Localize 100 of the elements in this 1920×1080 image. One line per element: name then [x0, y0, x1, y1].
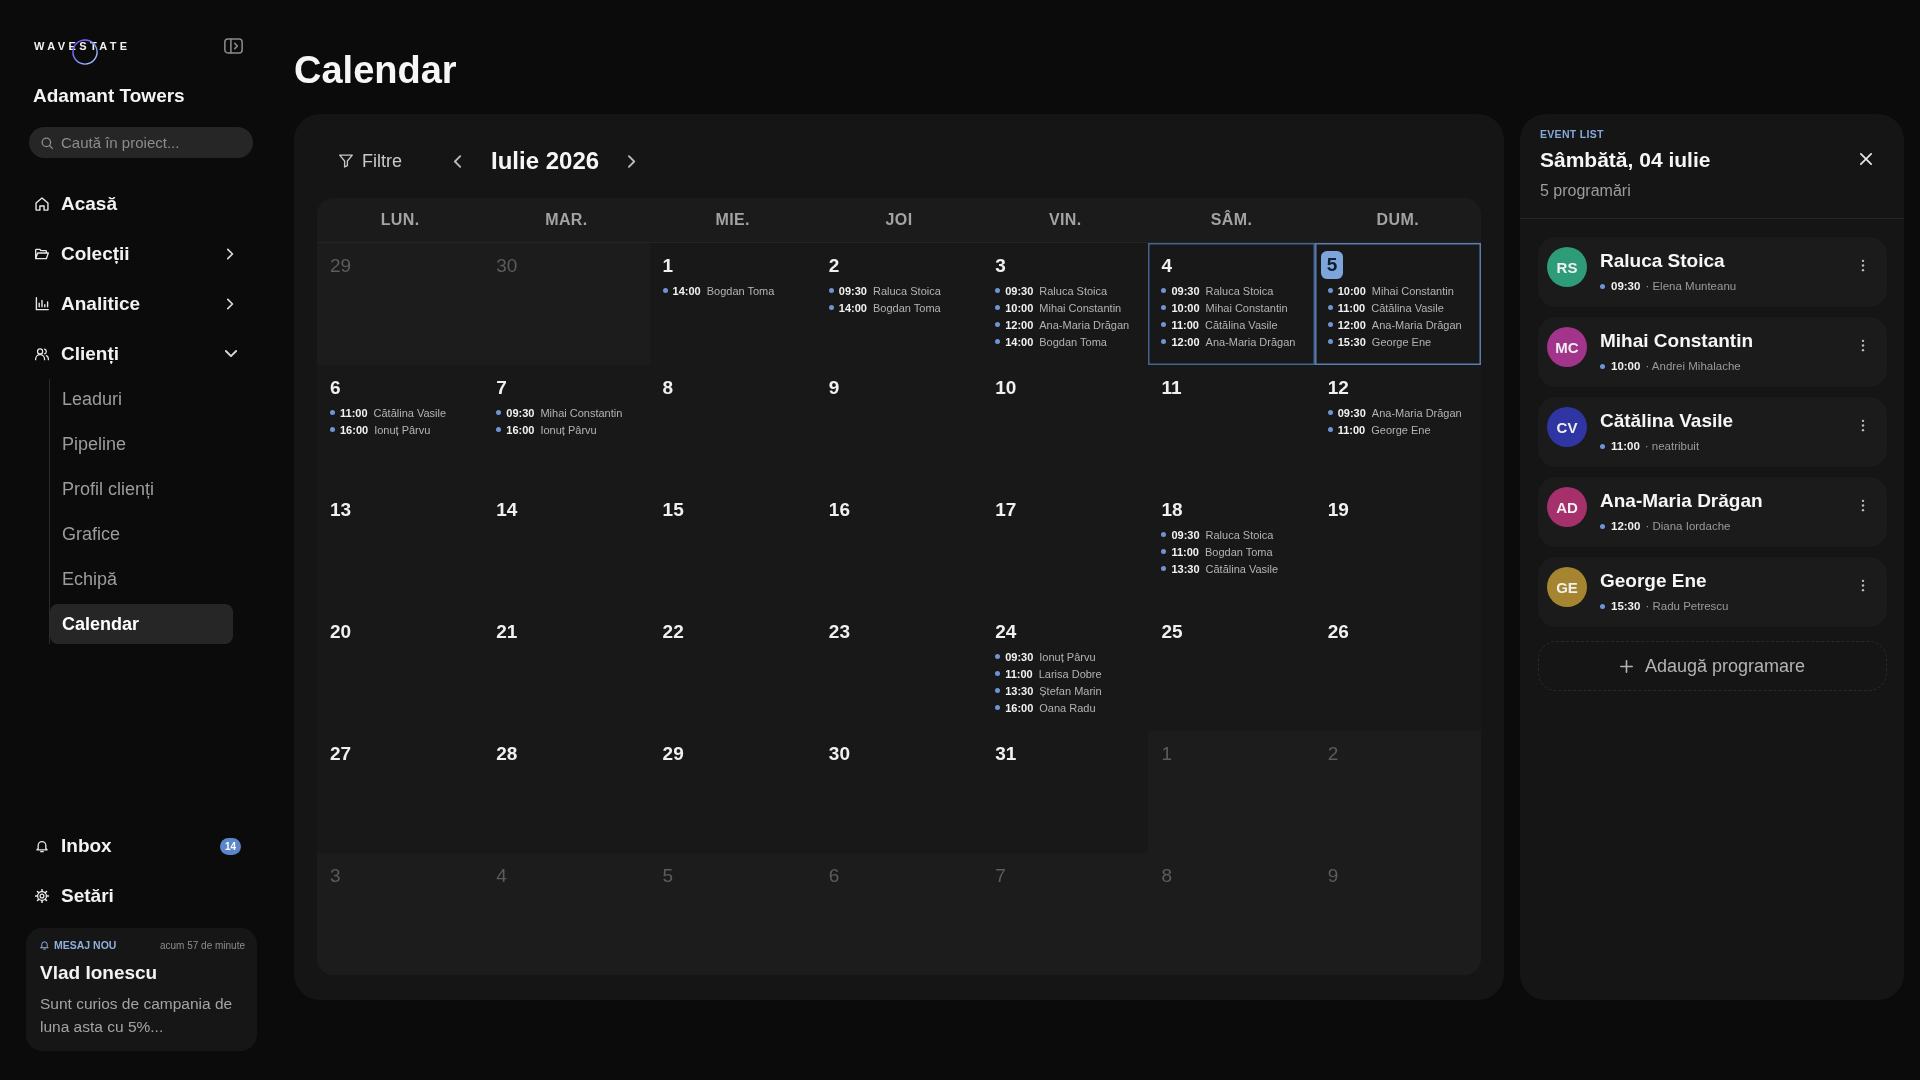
event-client: Cătălina Vasile	[1205, 562, 1279, 575]
day-number: 7	[496, 376, 507, 400]
event-client: George Ene	[1371, 335, 1432, 348]
event-client: Bogdan Toma	[706, 284, 775, 297]
add-appointment-button[interactable]: Adaugă programare	[1538, 641, 1887, 691]
event-time: 13:30	[1171, 562, 1200, 575]
day-number: 9	[828, 376, 840, 400]
sub-nav-item[interactable]: Profil clienți	[50, 469, 233, 509]
sub-nav-item[interactable]: Calendar	[50, 604, 233, 644]
bar-chart-icon	[35, 297, 49, 311]
client-avatar: CV	[1547, 407, 1587, 447]
day-number: 4	[496, 864, 507, 888]
day-number: 30	[496, 254, 518, 278]
event-dot-icon	[1600, 523, 1605, 529]
kebab-menu-icon[interactable]	[1861, 339, 1865, 352]
sidebar-toggle-icon[interactable]	[224, 38, 243, 54]
nav-item[interactable]: Analitice	[26, 279, 253, 329]
sub-nav-item[interactable]: Echipă	[50, 559, 233, 599]
bell-icon	[35, 839, 49, 853]
appointment-card[interactable]: MC Mihai Constantin 10:00 · Andrei Mihalache	[1538, 317, 1887, 387]
event-dot-icon	[995, 322, 1001, 327]
kebab-menu-icon[interactable]	[1861, 579, 1865, 592]
sender-name: Vlad Ionescu	[40, 961, 159, 985]
notification-tag: MESAJ NOU	[54, 939, 117, 951]
filter-button[interactable]: Filtre	[339, 144, 402, 178]
chevron-right-icon[interactable]	[227, 298, 234, 310]
folder-icon	[35, 247, 49, 261]
event-client: Ana-Maria Drăgan	[1371, 318, 1462, 331]
panel-label: EVENT LIST	[1540, 128, 1605, 141]
chevron-left-icon[interactable]	[454, 155, 462, 168]
event-client: Ana-Maria Drăgan	[1371, 406, 1462, 419]
event-client: Larisa Dobre	[1038, 667, 1102, 680]
day-cell[interactable]: 4 09:30 Raluca Stoica 10:00 Mihai Constantin 11:00 Cătălina Vasile 12:00 Ana-Maria Drăgan	[1148, 243, 1315, 365]
close-icon[interactable]	[1860, 153, 1872, 165]
event-time: 11:00	[1171, 545, 1199, 558]
day-number: 3	[330, 864, 341, 888]
event-dot-icon	[828, 305, 834, 310]
appointment-card[interactable]: GE George Ene 15:30 · Radu Petrescu	[1538, 557, 1887, 627]
day-cell[interactable]: 5 10:00 Mihai Constantin 11:00 Cătălina Vasile 12:00 Ana-Maria Drăgan 15:30 George Ene	[1314, 243, 1481, 365]
bell-icon	[40, 940, 49, 950]
event-client: Bogdan Toma	[1039, 335, 1107, 348]
chevron-right-icon[interactable]	[628, 155, 637, 168]
event-dot-icon	[662, 288, 668, 293]
client-name: Raluca Stoica	[1600, 249, 1726, 273]
day-number: 1	[1161, 742, 1172, 766]
event-client: Cătălina Vasile	[1371, 301, 1444, 314]
appointment-time: 12:00	[1611, 520, 1641, 532]
event-dot-icon	[1327, 305, 1333, 310]
client-avatar: AD	[1547, 487, 1587, 527]
day-number: 22	[662, 620, 684, 644]
client-avatar: RS	[1547, 247, 1587, 287]
nav-item[interactable]: Setări	[26, 871, 253, 921]
nav-item[interactable]: Colecții	[26, 229, 253, 279]
event-client: Raluca Stoica	[873, 284, 941, 297]
chevron-down-icon[interactable]	[225, 350, 237, 358]
day-number: 17	[995, 498, 1017, 522]
notification-card[interactable]: MESAJ NOU acum 57 de minute Vlad Ionescu Sunt curios de campania de luna asta cu 5%...	[26, 928, 257, 1051]
event-dot-icon	[995, 339, 1001, 344]
kebab-menu-icon[interactable]	[1861, 419, 1865, 432]
day-number: 13	[330, 498, 352, 522]
sub-nav-item[interactable]: Grafice	[50, 514, 233, 554]
day-number: 14	[496, 498, 518, 522]
appointment-count: 5 programări	[1540, 181, 1632, 201]
search-field[interactable]: Caută în proiect...	[29, 127, 253, 158]
event-dot-icon	[995, 671, 1001, 676]
month-label: Iulie 2026	[491, 146, 600, 176]
day-number: 16	[828, 498, 850, 522]
appointment-time: 09:30	[1611, 280, 1641, 292]
event-time: 09:30	[1171, 284, 1200, 297]
event-dot-icon	[1161, 532, 1167, 537]
day-number: 4	[1161, 254, 1172, 278]
event-client: Bogdan Toma	[873, 301, 941, 314]
event-time: 12:00	[1171, 335, 1200, 348]
event-time: 16:00	[340, 423, 369, 436]
kebab-menu-icon[interactable]	[1861, 499, 1865, 512]
day-number: 8	[1161, 864, 1172, 888]
appointment-card[interactable]: AD Ana-Maria Drăgan 12:00 · Diana Iordache	[1538, 477, 1887, 547]
appointment-time: 15:30	[1611, 600, 1641, 612]
day-number: 24	[995, 620, 1017, 644]
appointment-card[interactable]: RS Raluca Stoica 09:30 · Elena Munteanu	[1538, 237, 1887, 307]
day-number: 29	[330, 254, 352, 278]
day-number: 20	[330, 620, 352, 644]
day-number: 5	[1320, 251, 1344, 279]
chevron-right-icon[interactable]	[227, 248, 234, 260]
nav-item[interactable]: Clienți	[26, 329, 253, 379]
sub-nav-item[interactable]: Pipeline	[50, 424, 233, 464]
assignee-name: · Andrei Mihalache	[1645, 360, 1741, 372]
kebab-menu-icon[interactable]	[1861, 259, 1865, 272]
event-time: 11:00	[1337, 423, 1366, 436]
day-number: 29	[662, 742, 684, 766]
event-time: 09:30	[1171, 528, 1200, 541]
event-dot-icon	[1600, 363, 1605, 369]
nav-item[interactable]: Inbox 14	[26, 821, 253, 871]
appointment-card[interactable]: CV Cătălina Vasile 11:00 · neatribuit	[1538, 397, 1887, 467]
nav-item[interactable]: Acasă	[26, 179, 253, 229]
sub-nav-item[interactable]: Leaduri	[50, 379, 233, 419]
event-time: 16:00	[1005, 701, 1034, 714]
plus-icon	[1619, 659, 1633, 673]
event-client: Raluca Stoica	[1205, 528, 1274, 541]
message-preview: Sunt curios de campania de luna asta cu 5%...	[40, 994, 234, 1037]
